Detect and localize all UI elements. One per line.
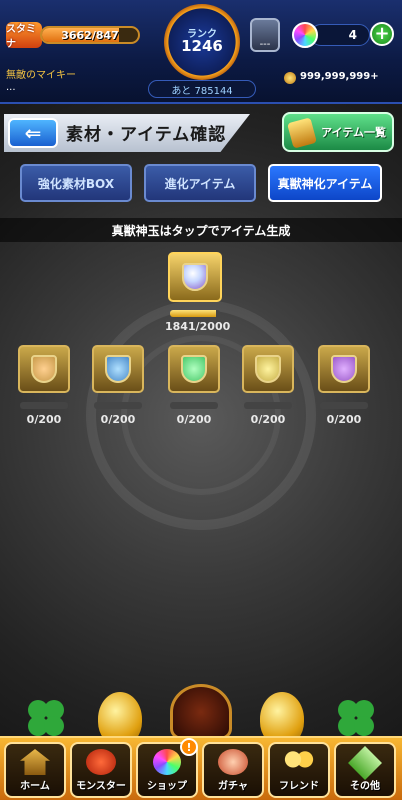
material-5-count: 0/200	[326, 413, 362, 426]
material-5-progress	[320, 402, 368, 409]
wood-material-icon	[181, 355, 207, 383]
notification-badge: !	[180, 738, 198, 756]
screen: スタミナ 3662 /847 ランク 1246 あと 785144 --- 4 …	[0, 0, 402, 800]
stamina-icon: スタミナ	[6, 22, 42, 50]
nav-gacha[interactable]: ガチャ	[202, 742, 264, 798]
material-4-progress	[244, 402, 292, 409]
monster-icon	[86, 749, 116, 775]
player-name: 無敵のマイキー	[6, 70, 76, 81]
material-item-4[interactable]	[242, 345, 294, 393]
energy-icon[interactable]: ---	[250, 18, 280, 52]
monster-crest-icon	[170, 684, 232, 740]
energy-label: ---	[259, 39, 271, 50]
stamina-bar: 3662 /847	[40, 26, 140, 44]
material-item-3[interactable]	[168, 345, 220, 393]
orb-count: 4	[348, 28, 357, 42]
material-item-2[interactable]	[92, 345, 144, 393]
status-bar: スタミナ 3662 /847 ランク 1246 あと 785144 --- 4 …	[0, 0, 402, 104]
dark-material-icon	[331, 355, 357, 383]
main-item-progress	[170, 310, 220, 317]
back-arrow-icon: ⇐	[24, 121, 42, 145]
fire-material-icon	[31, 355, 57, 383]
bottom-nav: ホーム モンスター ショップ ! ガチャ フレンド その他	[0, 736, 402, 800]
other-icon	[348, 746, 382, 780]
stamina-max: /847	[91, 28, 119, 42]
material-2-progress	[94, 402, 142, 409]
orb-icon	[292, 22, 318, 48]
coin-icon	[284, 72, 296, 84]
material-2-count: 0/200	[100, 413, 136, 426]
main-item-progress-fill	[170, 310, 216, 317]
true-beast-orb-item[interactable]	[168, 252, 222, 302]
orb-counter: 4	[310, 24, 370, 46]
material-4-count: 0/200	[250, 413, 286, 426]
nav-friends[interactable]: フレンド	[268, 742, 330, 798]
next-exp: あと 785144	[148, 80, 256, 98]
water-material-icon	[105, 355, 131, 383]
stamina-value: 3662	[61, 28, 92, 42]
clover-icon	[28, 700, 64, 736]
tab-label: 強化素材BOX	[37, 176, 115, 191]
nav-shop[interactable]: ショップ !	[136, 738, 198, 798]
rank-badge[interactable]: ランク 1246	[164, 4, 240, 80]
light-material-icon	[255, 355, 281, 383]
material-3-progress	[170, 402, 218, 409]
page-header: ⇐ 素材・アイテム確認 アイテム一覧	[0, 112, 402, 156]
page-title: 素材・アイテム確認	[66, 125, 227, 145]
material-1-count: 0/200	[26, 413, 62, 426]
nav-label: ホーム	[20, 781, 50, 792]
nav-label: フレンド	[279, 781, 319, 792]
shop-orb-icon	[153, 749, 181, 775]
clover-icon	[338, 700, 374, 736]
tab-label: 真獣神化アイテム	[277, 176, 373, 191]
home-icon	[20, 749, 50, 775]
material-3-count: 0/200	[176, 413, 212, 426]
player-subtext: ...	[6, 82, 16, 93]
friends-icon	[284, 749, 314, 775]
material-1-progress	[20, 402, 68, 409]
tab-true-beast-items[interactable]: 真獣神化アイテム	[268, 164, 382, 202]
nav-label: ガチャ	[218, 781, 248, 792]
material-item-1[interactable]	[18, 345, 70, 393]
nav-label: ショップ	[147, 781, 187, 792]
add-orb-button[interactable]: +	[370, 22, 394, 46]
tab-evolution-items[interactable]: 進化アイテム	[144, 164, 256, 202]
nav-monster[interactable]: モンスター	[70, 742, 132, 798]
main-item-count: 1841/2000	[165, 320, 231, 333]
item-list-label: アイテム一覧	[321, 126, 386, 139]
nav-other[interactable]: その他	[334, 742, 396, 798]
material-item-5[interactable]	[318, 345, 370, 393]
tab-label: 進化アイテム	[164, 176, 236, 191]
back-button[interactable]: ⇐	[8, 118, 58, 148]
nav-label: モンスター	[76, 781, 126, 792]
hint-banner: 真獣神玉はタップでアイテム生成	[0, 218, 402, 242]
item-list-icon	[287, 117, 317, 149]
gacha-icon	[218, 749, 248, 775]
tab-enhance-box[interactable]: 強化素材BOX	[20, 164, 132, 202]
orb-item-icon	[182, 263, 208, 291]
coin-value: 999,999,999+	[300, 71, 379, 82]
nav-home[interactable]: ホーム	[4, 742, 66, 798]
rank-value: 1246	[181, 37, 223, 55]
item-list-button[interactable]: アイテム一覧	[282, 112, 394, 152]
